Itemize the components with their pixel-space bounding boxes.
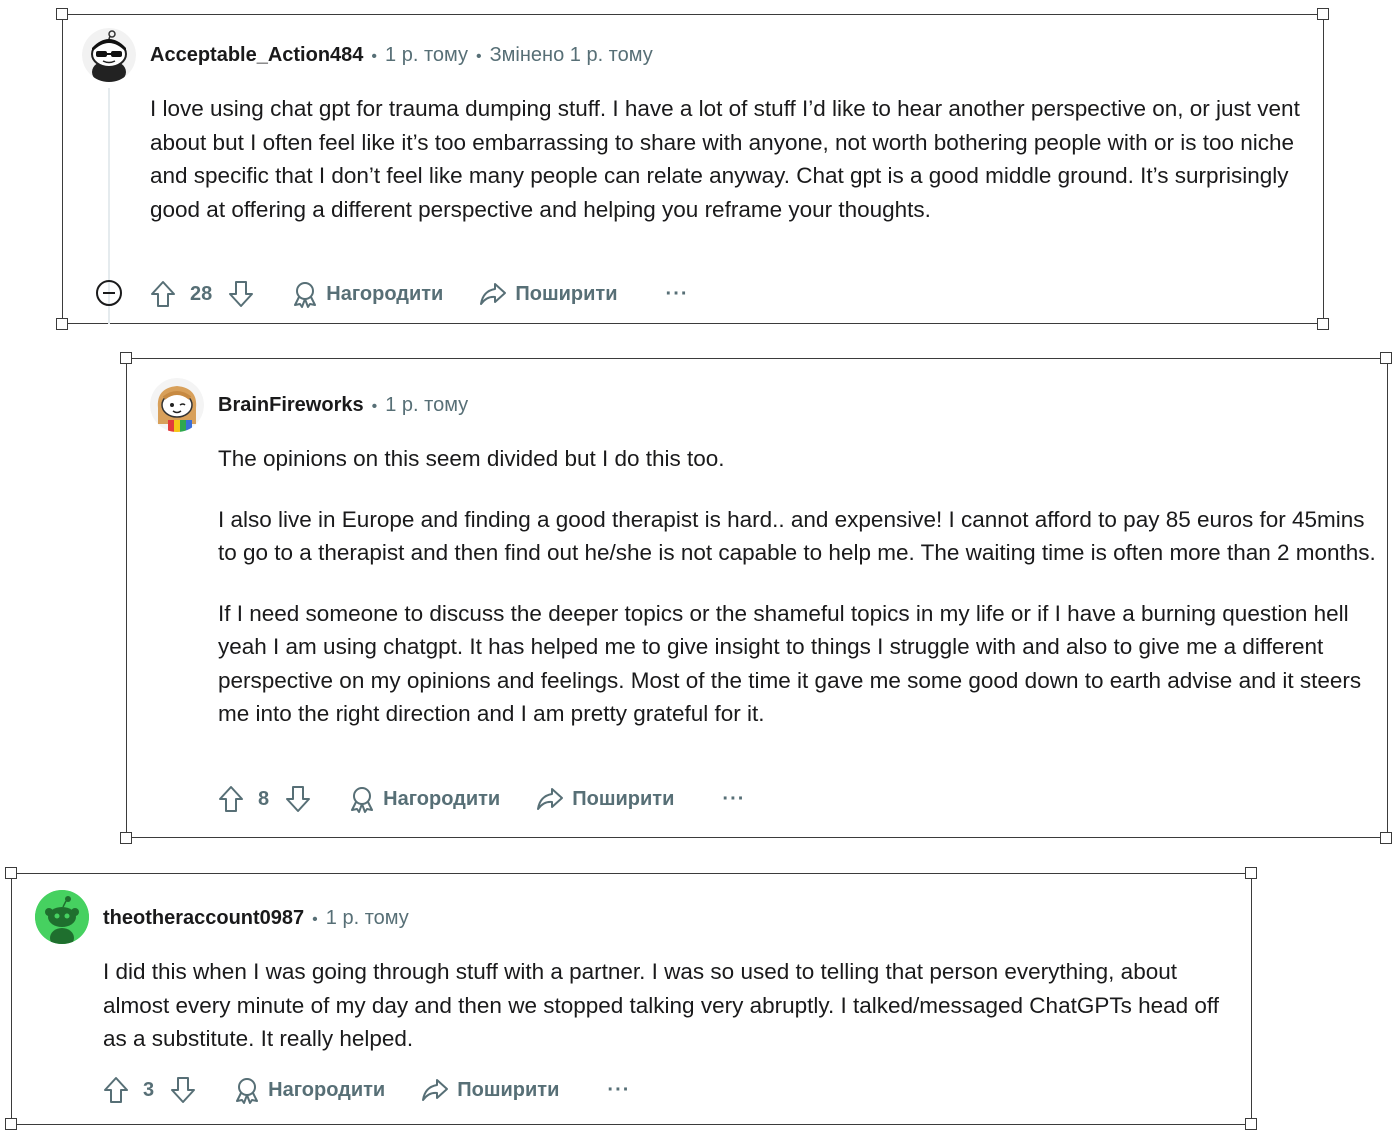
award-icon <box>294 282 317 308</box>
downvote-button[interactable] <box>226 279 256 309</box>
comment-paragraph: I love using chat gpt for trauma dumping… <box>150 96 1300 222</box>
downvote-button[interactable] <box>283 784 313 814</box>
award-icon <box>236 1078 259 1104</box>
comment-paragraph: I also live in Europe and finding a good… <box>218 506 1376 566</box>
award-label: Нагородити <box>383 787 501 810</box>
resize-handle[interactable] <box>1317 8 1329 20</box>
more-options-button[interactable]: ··· <box>666 283 689 306</box>
resize-handle[interactable] <box>1380 352 1392 364</box>
share-button[interactable]: Поширити <box>536 786 674 812</box>
share-label: Поширити <box>515 282 618 305</box>
comment-actions: 8 Нагородити Поширити ··· <box>216 781 745 817</box>
resize-handle[interactable] <box>5 867 17 879</box>
comment-paragraph: I did this when I was going through stuf… <box>103 959 1220 1051</box>
username[interactable]: theotheraccount0987 <box>103 907 304 929</box>
comment-body: I love using chat gpt for trauma dumping… <box>150 92 1300 226</box>
share-label: Поширити <box>572 787 675 810</box>
collapse-thread-icon[interactable] <box>96 280 122 306</box>
award-button[interactable]: Нагородити <box>292 280 443 308</box>
avatar[interactable] <box>150 378 204 432</box>
resize-handle[interactable] <box>1317 318 1329 330</box>
timestamp[interactable]: 1 р. тому <box>326 907 409 929</box>
resize-handle[interactable] <box>5 1118 17 1130</box>
separator-dot: • <box>371 398 378 415</box>
resize-handle[interactable] <box>120 832 132 844</box>
arrow-down-icon <box>229 281 254 307</box>
award-label: Нагородити <box>326 282 444 305</box>
upvote-button[interactable] <box>216 784 246 814</box>
arrow-up-icon <box>151 281 175 307</box>
share-button[interactable]: Поширити <box>421 1077 559 1103</box>
arrow-up-icon <box>219 786 243 812</box>
vote-score: 28 <box>190 282 213 305</box>
comment-meta: BrainFireworks • 1 р. тому <box>218 392 468 420</box>
edited-label: Змінено 1 р. тому <box>489 44 653 66</box>
avatar[interactable] <box>82 28 136 82</box>
separator-dot: • <box>312 911 318 928</box>
award-label: Нагородити <box>268 1078 386 1101</box>
resize-handle[interactable] <box>56 8 68 20</box>
arrow-down-icon <box>171 1077 196 1103</box>
avatar[interactable] <box>35 890 89 944</box>
comment-actions: 3 Нагородити Поширити ··· <box>101 1072 630 1108</box>
username[interactable]: Acceptable_Action484 <box>150 44 363 66</box>
comment-meta: theotheraccount0987 • 1 р. тому <box>103 905 409 933</box>
comment-body: I did this when I was going through stuf… <box>103 955 1233 1056</box>
share-icon <box>480 283 507 305</box>
username[interactable]: BrainFireworks <box>218 394 364 416</box>
comment-paragraph: If I need someone to discuss the deeper … <box>218 600 1362 727</box>
separator-dot: • <box>475 48 482 65</box>
avatar-snoo-icon <box>150 378 204 432</box>
upvote-button[interactable] <box>148 279 178 309</box>
award-button[interactable]: Нагородити <box>349 785 500 813</box>
avatar-snoo-icon <box>82 28 136 82</box>
separator-dot: • <box>371 48 378 65</box>
resize-handle[interactable] <box>1245 1118 1257 1130</box>
timestamp[interactable]: 1 р. тому <box>385 44 468 66</box>
comment-actions: 28 Нагородити Поширити ··· <box>148 276 689 312</box>
comment-paragraph: The opinions on this seem divided but I … <box>218 446 725 471</box>
vote-score: 3 <box>143 1078 155 1101</box>
arrow-down-icon <box>286 786 311 812</box>
comment-meta: Acceptable_Action484 • 1 р. тому • Змінено 1… <box>150 42 653 70</box>
resize-handle[interactable] <box>120 352 132 364</box>
timestamp[interactable]: 1 р. тому <box>385 394 468 416</box>
avatar-snoo-icon <box>35 890 89 944</box>
resize-handle[interactable] <box>1245 867 1257 879</box>
more-options-button[interactable]: ··· <box>607 1079 630 1102</box>
resize-handle[interactable] <box>1380 832 1392 844</box>
award-icon <box>351 787 374 813</box>
upvote-button[interactable] <box>101 1075 131 1105</box>
share-button[interactable]: Поширити <box>479 281 618 307</box>
resize-handle[interactable] <box>56 318 68 330</box>
comment-body: The opinions on this seem divided but I … <box>218 442 1378 731</box>
share-icon <box>537 788 564 810</box>
arrow-up-icon <box>104 1077 128 1103</box>
downvote-button[interactable] <box>168 1075 198 1105</box>
more-options-button[interactable]: ··· <box>722 788 745 811</box>
share-label: Поширити <box>457 1078 560 1101</box>
vote-score: 8 <box>258 787 270 810</box>
share-icon <box>422 1079 449 1101</box>
award-button[interactable]: Нагородити <box>234 1076 385 1104</box>
